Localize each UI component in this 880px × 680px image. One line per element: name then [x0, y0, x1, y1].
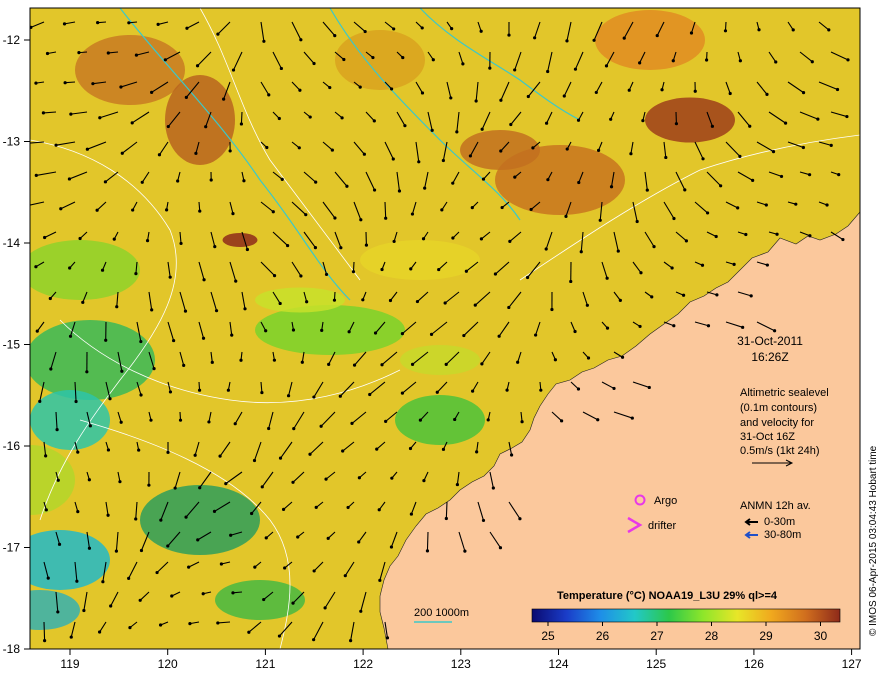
isobath-label: 200 1000m: [414, 607, 469, 619]
sst-patch: [400, 345, 480, 375]
colorbar-tick-label: 30: [814, 629, 828, 643]
argo-label: Argo: [654, 495, 677, 507]
sst-map: 119 120 121 122 123 124 125 126 127 -12 -13 -14 -15…: [3, 7, 879, 671]
sst-patch: [30, 390, 110, 450]
colorbar-tick-label: 26: [596, 629, 610, 643]
sst-patch: [140, 485, 260, 555]
colorbar-tick-label: 27: [650, 629, 664, 643]
x-axis-ticks: 119 120 121 122 123 124 125 126 127: [60, 649, 862, 671]
sst-patch: [30, 240, 140, 300]
sst-patch: [645, 97, 735, 143]
credit-label: © IMOS 06-Apr-2015 03:04:43 Hobart time: [868, 445, 879, 636]
colorbar-bar: [531, 608, 841, 623]
sst-patch: [360, 240, 480, 280]
x-tick-label: 126: [744, 657, 764, 671]
sst-patch: [215, 580, 305, 620]
anmn-shallow-label: 0-30m: [764, 516, 795, 528]
y-axis-ticks: -12 -13 -14 -15 -16 -17 -18: [3, 33, 30, 656]
sst-patch: [335, 30, 425, 90]
y-tick-label: -16: [3, 439, 21, 453]
sst-patch: [75, 35, 185, 105]
x-tick-label: 127: [842, 657, 862, 671]
colorbar-tick-label: 25: [541, 629, 555, 643]
x-tick-label: 121: [255, 657, 275, 671]
colorbar-tick-label: 29: [759, 629, 773, 643]
anmn-deep-label: 30-80m: [764, 529, 801, 541]
altimetry-line-5: 0.5m/s (1kt 24h): [740, 445, 819, 457]
x-tick-label: 123: [451, 657, 471, 671]
anmn-title: ANMN 12h av.: [740, 500, 811, 512]
colorbar-tick-label: 28: [705, 629, 719, 643]
x-tick-label: 122: [353, 657, 373, 671]
x-tick-label: 124: [548, 657, 568, 671]
sst-patch: [30, 590, 80, 630]
sst-patch: [595, 10, 705, 70]
y-tick-label: -15: [3, 338, 21, 352]
y-tick-label: -12: [3, 33, 21, 47]
time-label: 16:26Z: [751, 350, 788, 364]
colorbar-title: Temperature (°C) NOAA19_L3U 29% ql>=4: [557, 590, 778, 602]
date-label: 31-Oct-2011: [737, 334, 803, 348]
sst-patch: [222, 233, 258, 247]
altimetry-line-2: (0.1m contours): [740, 402, 817, 414]
y-tick-label: -13: [3, 135, 21, 149]
sst-patch: [30, 530, 110, 590]
y-tick-label: -17: [3, 541, 21, 555]
altimetry-line-4: 31-Oct 16Z: [740, 431, 795, 443]
sst-patch: [255, 305, 405, 355]
altimetry-line-1: Altimetric sealevel: [740, 387, 829, 399]
sst-patch: [255, 287, 345, 313]
x-tick-label: 119: [60, 657, 79, 671]
x-tick-label: 120: [158, 657, 178, 671]
sst-field: [30, 8, 860, 649]
altimetry-line-3: and velocity for: [740, 417, 814, 429]
x-tick-label: 125: [646, 657, 666, 671]
sst-patch: [165, 75, 235, 165]
y-tick-label: -14: [3, 236, 21, 250]
sst-patch: [395, 395, 485, 445]
y-tick-label: -18: [3, 642, 21, 656]
drifter-label: drifter: [648, 520, 676, 532]
